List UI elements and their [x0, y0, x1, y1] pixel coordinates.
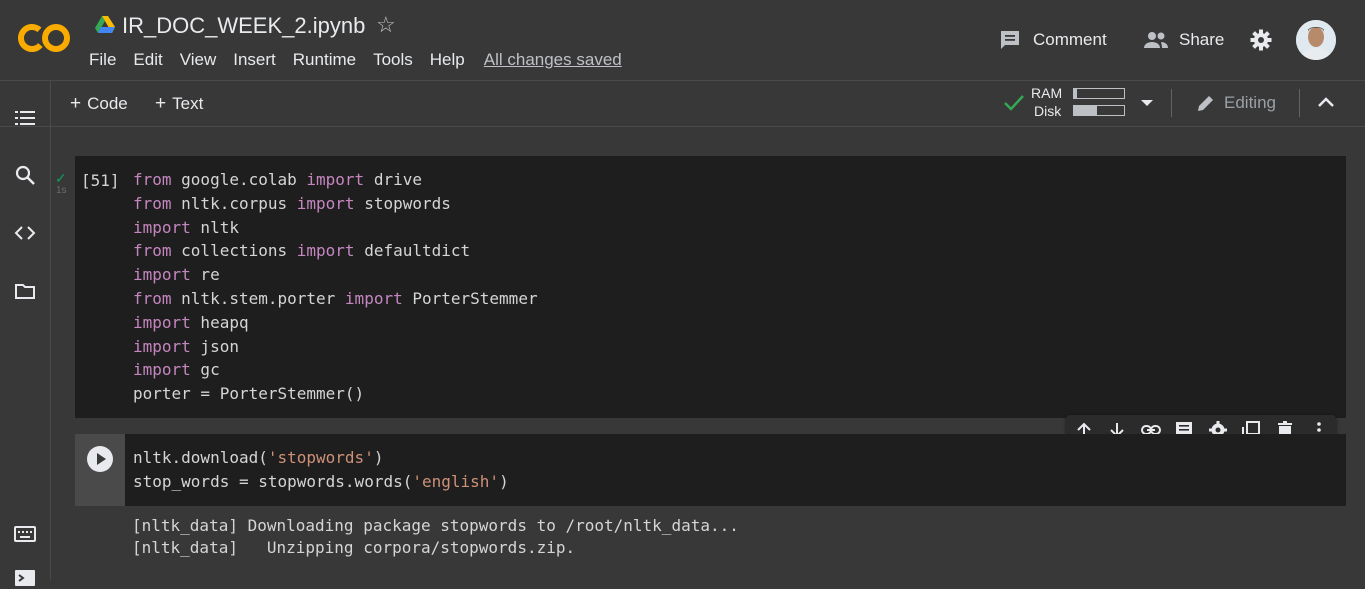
- comment-label: Comment: [1033, 30, 1107, 49]
- plus-icon: +: [70, 93, 82, 114]
- code-line: import gc: [133, 360, 220, 380]
- menu-help[interactable]: Help: [430, 50, 465, 70]
- ram-label: RAM: [1031, 85, 1063, 101]
- left-sidebar: [0, 81, 51, 586]
- save-status[interactable]: All changes saved: [484, 50, 622, 70]
- people-icon: [1144, 32, 1168, 48]
- toolbar-divider: [1299, 89, 1300, 117]
- notebook-toolbar: + Code + Text RAM Disk Editing: [0, 81, 1365, 127]
- collapse-chevron-icon[interactable]: [1317, 96, 1335, 108]
- disk-bar: [1073, 105, 1125, 116]
- menu-runtime[interactable]: Runtime: [293, 50, 356, 70]
- user-avatar[interactable]: [1296, 20, 1336, 60]
- menu-file[interactable]: File: [89, 50, 116, 70]
- editing-mode-button[interactable]: Editing: [1196, 93, 1276, 113]
- menu-insert[interactable]: Insert: [233, 50, 276, 70]
- menu-tools[interactable]: Tools: [373, 50, 413, 70]
- top-bar: IR_DOC_WEEK_2.ipynb ☆ File Edit View Ins…: [0, 0, 1365, 81]
- code-line: import re: [133, 265, 220, 285]
- google-drive-icon[interactable]: [95, 16, 115, 34]
- output-line: [nltk_data] Downloading package stopword…: [132, 516, 739, 535]
- code-line: import json: [133, 336, 239, 356]
- execution-time: 1s: [56, 185, 67, 196]
- add-text-label: Text: [172, 94, 204, 113]
- toolbar-divider: [1171, 89, 1172, 117]
- pencil-icon: [1198, 96, 1213, 111]
- code-cell-1-source[interactable]: from google.colab import drive from nltk…: [133, 168, 538, 406]
- code-line: from nltk.corpus import stopwords: [133, 193, 451, 213]
- settings-icon[interactable]: [1249, 28, 1273, 52]
- command-palette-icon[interactable]: [14, 523, 36, 545]
- share-label: Share: [1179, 30, 1225, 49]
- comment-icon: [1001, 31, 1019, 49]
- add-code-label: Code: [87, 94, 128, 113]
- avatar-image: [1296, 20, 1336, 60]
- menu-view[interactable]: View: [180, 50, 217, 70]
- dropdown-arrow-icon[interactable]: [1140, 98, 1154, 108]
- disk-bar-fill: [1074, 106, 1097, 115]
- code-line: from nltk.stem.porter import PorterStemm…: [133, 288, 538, 308]
- terminal-icon[interactable]: [14, 567, 36, 589]
- code-line: import nltk: [133, 217, 239, 237]
- notebook-title[interactable]: IR_DOC_WEEK_2.ipynb: [122, 13, 365, 39]
- menu-bar: File Edit View Insert Runtime Tools Help…: [89, 50, 639, 70]
- execution-count: [51]: [81, 171, 120, 190]
- editing-label: Editing: [1224, 93, 1276, 112]
- code-cell-2-source[interactable]: nltk.download('stopwords') stop_words = …: [133, 446, 509, 494]
- search-icon[interactable]: [14, 164, 36, 186]
- folder-icon[interactable]: [14, 280, 36, 302]
- menu-edit[interactable]: Edit: [133, 50, 162, 70]
- play-icon: [97, 453, 106, 465]
- code-line: stop_words = stopwords.words('english'): [133, 471, 509, 491]
- connected-check-icon: [1004, 95, 1024, 111]
- add-code-button[interactable]: + Code: [70, 93, 128, 115]
- ram-bar: [1073, 88, 1125, 99]
- code-line: from google.colab import drive: [133, 170, 422, 189]
- run-cell-button[interactable]: [87, 446, 113, 472]
- output-line: [nltk_data] Unzipping corpora/stopwords.…: [132, 538, 576, 557]
- ram-bar-fill: [1074, 89, 1077, 98]
- comment-button[interactable]: Comment: [998, 28, 1107, 52]
- code-line: from collections import defaultdict: [133, 241, 471, 261]
- code-line: porter = PorterStemmer(): [133, 384, 365, 404]
- code-line: nltk.download('stopwords'): [133, 448, 384, 467]
- code-snippets-icon[interactable]: [14, 222, 36, 244]
- star-icon[interactable]: ☆: [376, 12, 396, 38]
- code-line: import heapq: [133, 312, 249, 332]
- disk-label: Disk: [1034, 103, 1062, 119]
- plus-icon: +: [155, 93, 167, 114]
- cell-output-text: [nltk_data] Downloading package stopword…: [132, 515, 739, 559]
- table-of-contents-icon[interactable]: [14, 107, 36, 129]
- share-button[interactable]: Share: [1143, 28, 1224, 52]
- colab-logo[interactable]: [18, 22, 72, 54]
- add-text-button[interactable]: + Text: [155, 93, 203, 115]
